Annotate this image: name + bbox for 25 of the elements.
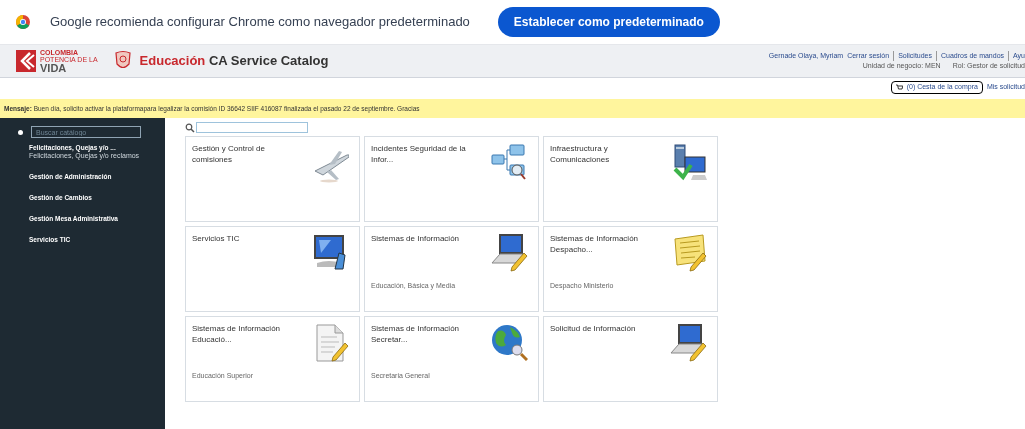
catalog-tile[interactable]: Infraestructura y Comunicaciones [543, 136, 718, 222]
set-default-button[interactable]: Establecer como predeterminado [497, 7, 720, 37]
laptop-icon [669, 323, 707, 363]
tile-title: Sistemas de Información [371, 233, 461, 244]
infobar-message: Google recomienda configurar Chrome como navegador predeterminado [50, 13, 470, 32]
app-title: Educación CA Service Catalog [139, 52, 329, 71]
catalog-tile[interactable]: Incidentes Seguridad de la Infor... [364, 136, 539, 222]
tile-title: Solicitud de Información [550, 323, 637, 334]
tile-title: Infraestructura y Comunicaciones [550, 143, 611, 165]
tile-title: Sistemas de Información Secretar... [371, 323, 461, 345]
globe-icon [490, 323, 528, 363]
tile-title: Incidentes Seguridad de la Infor... [371, 143, 467, 165]
tile-title: Sistemas de Información Despacho... [550, 233, 640, 255]
tile-title: Servicios TIC [192, 233, 241, 244]
search-field[interactable] [196, 122, 308, 133]
tile-title: Gestión y Control de comisiones [192, 143, 266, 165]
browser-logo-icon [16, 15, 30, 29]
catalog-tile[interactable]: Solicitud de Información [543, 316, 718, 402]
catalog-tile[interactable]: Servicios TIC [185, 226, 360, 312]
laptop-icon [490, 233, 528, 273]
monitor-icon [311, 233, 349, 273]
cart-icon [895, 84, 903, 91]
tile-title: Sistemas de Información Educació... [192, 323, 282, 345]
search-icon [185, 122, 195, 133]
catalog-tile[interactable]: Gestión y Control de comisiones [185, 136, 360, 222]
